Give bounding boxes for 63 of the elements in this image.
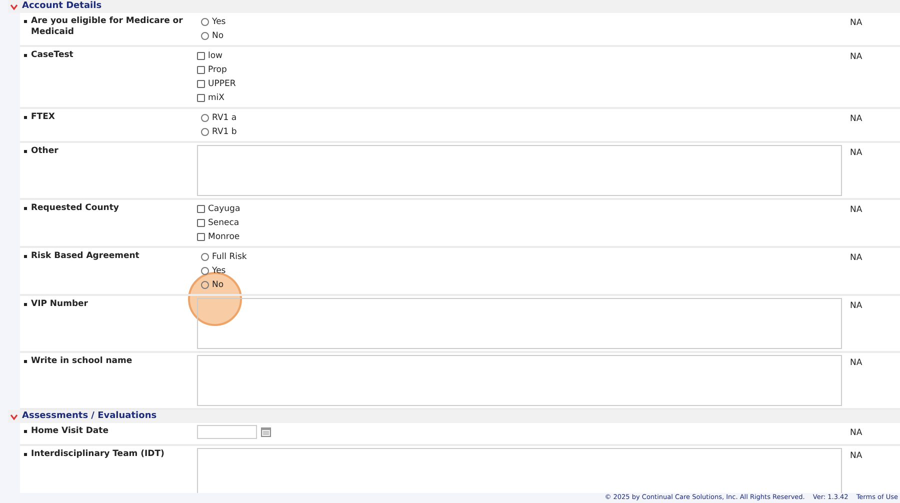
radio-button[interactable]: [201, 253, 209, 261]
field-label: Requested County: [31, 203, 119, 214]
checkbox[interactable]: [197, 80, 205, 88]
field-label: Write in school name: [31, 356, 132, 367]
radio-button[interactable]: [201, 267, 209, 275]
option-label: No: [212, 278, 224, 292]
option-label: miX: [208, 92, 224, 104]
section-title: Assessments / Evaluations: [22, 410, 157, 423]
status-text: NA: [849, 300, 864, 313]
bullet-icon: [24, 452, 27, 456]
checkbox[interactable]: [197, 94, 205, 102]
option-label: Full Risk: [212, 250, 247, 264]
option-label: RV1 b: [212, 126, 237, 138]
field-label: Home Visit Date: [31, 426, 108, 437]
calendar-icon[interactable]: [261, 427, 271, 437]
checkbox[interactable]: [197, 233, 205, 241]
status-text: NA: [849, 51, 864, 64]
bullet-icon: [24, 303, 27, 306]
section-title: Account Details: [22, 0, 102, 13]
checkbox[interactable]: [197, 66, 205, 74]
option-label: low: [208, 50, 223, 62]
radio-button[interactable]: [201, 114, 209, 122]
status-text: NA: [849, 204, 864, 217]
status-text: NA: [849, 147, 864, 160]
caret-icon[interactable]: [10, 412, 18, 420]
status-text: NA: [849, 427, 864, 440]
option-label: No: [212, 30, 224, 42]
bullet-icon: [24, 360, 27, 363]
field-label: VIP Number: [31, 299, 88, 310]
option-label: Prop: [208, 64, 227, 76]
field-label: Risk Based Agreement: [31, 251, 140, 262]
field-label: Other: [31, 146, 58, 157]
checkbox[interactable]: [197, 52, 205, 60]
caret-icon[interactable]: [10, 2, 18, 10]
bullet-icon: [24, 207, 27, 210]
option-label: Yes: [212, 16, 226, 28]
bullet-icon: [24, 20, 27, 23]
field-label: FTEX: [31, 112, 55, 123]
option-label: Monroe: [208, 230, 240, 244]
field-label: CaseTest: [31, 50, 74, 61]
option-label: UPPER: [208, 78, 236, 90]
status-text: NA: [849, 357, 864, 370]
status-text: NA: [849, 113, 864, 126]
option-label: Seneca: [208, 216, 240, 230]
bullet-icon: [24, 150, 27, 153]
bullet-icon: [24, 116, 27, 119]
radio-button[interactable]: [201, 128, 209, 136]
bullet-icon: [24, 255, 27, 258]
radio-button[interactable]: [201, 18, 209, 26]
status-text: NA: [849, 252, 864, 265]
field-label: Are you eligible for Medicare or Medicaid: [31, 16, 184, 38]
status-text: NA: [849, 17, 864, 30]
radio-button[interactable]: [201, 281, 209, 289]
date-field[interactable]: [197, 425, 257, 439]
checkbox[interactable]: [197, 219, 205, 227]
radio-button[interactable]: [201, 32, 209, 40]
bullet-icon: [24, 54, 27, 57]
bullet-icon: [24, 430, 27, 433]
option-label: RV1 a: [212, 112, 237, 124]
status-text: NA: [849, 450, 864, 463]
checkbox[interactable]: [197, 205, 205, 213]
field-label: Interdisciplinary Team (IDT): [31, 448, 164, 460]
option-label: Cayuga: [208, 202, 240, 216]
